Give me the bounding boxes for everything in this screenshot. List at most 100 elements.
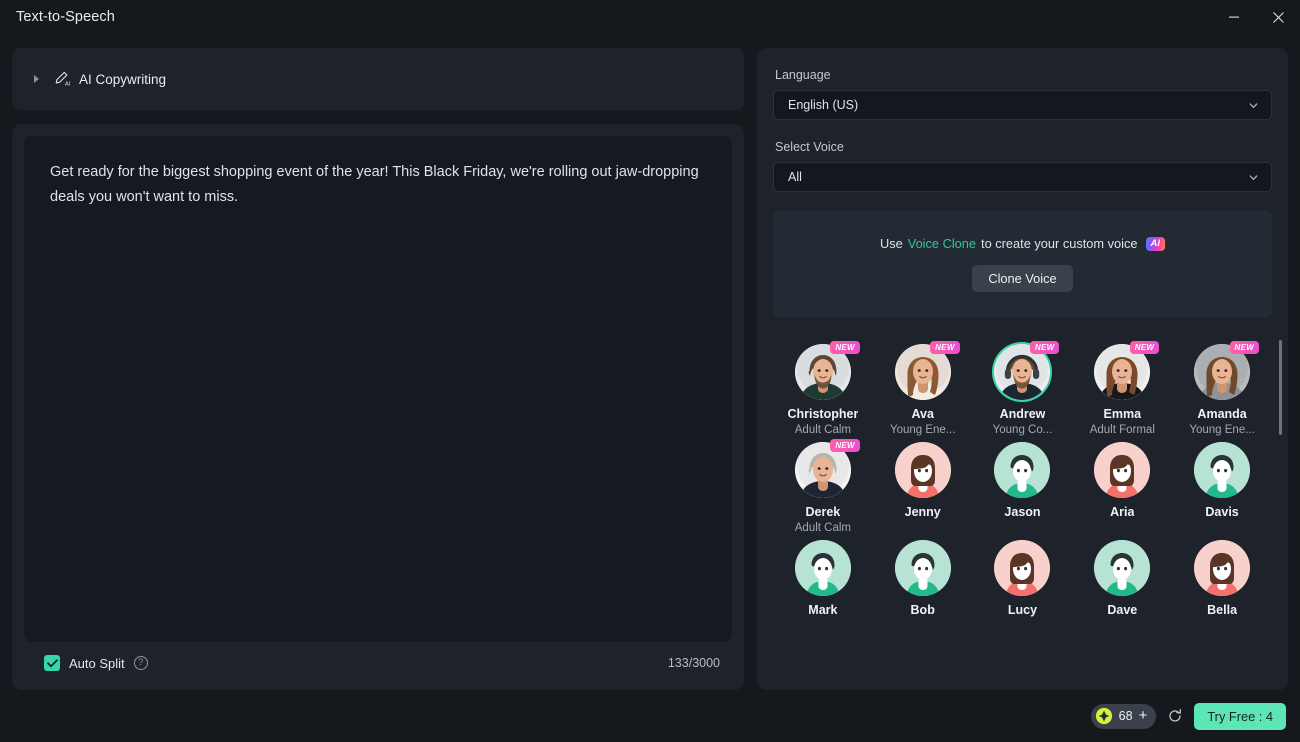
voice-name: Jason <box>1004 505 1041 519</box>
window-controls <box>1212 0 1300 34</box>
avatar[interactable] <box>1194 442 1251 498</box>
clone-text-prefix: Use <box>879 236 903 251</box>
voice-item[interactable]: NEW Amanda Young Ene... <box>1172 340 1272 436</box>
voice-clone-text: Use Voice Clone to create your custom vo… <box>879 236 1166 251</box>
auto-split-checkbox[interactable] <box>44 655 60 671</box>
avatar-wrapper: NEW <box>794 439 860 498</box>
ai-copywriting-row[interactable]: AI AI Copywriting <box>12 48 744 110</box>
voice-name: Christopher <box>787 407 859 421</box>
voice-select[interactable]: All <box>773 162 1272 192</box>
close-button[interactable] <box>1256 0 1300 34</box>
title-bar: Text-to-Speech <box>0 0 1300 34</box>
voice-description: Young Ene... <box>1189 424 1255 436</box>
voice-item[interactable]: NEW Ava Young Ene... <box>873 340 973 436</box>
avatar-wrapper: NEW <box>1194 341 1260 400</box>
voice-item[interactable]: NEW Emma Adult Formal <box>1072 340 1172 436</box>
avatar-wrapper <box>1094 540 1151 596</box>
auto-split-control[interactable]: Auto Split ? <box>44 655 148 671</box>
voice-name: Andrew <box>999 407 1046 421</box>
avatar[interactable] <box>794 540 851 596</box>
window-title: Text-to-Speech <box>16 9 115 25</box>
voice-description: Adult Calm <box>794 424 852 436</box>
voice-name: Emma <box>1103 407 1142 421</box>
voice-description: Adult Calm <box>794 522 852 534</box>
voice-item[interactable]: Jenny <box>873 438 973 534</box>
voice-item[interactable]: NEW Christopher Adult Calm <box>773 340 873 436</box>
caret-right-icon[interactable] <box>34 75 39 83</box>
voice-settings-panel: Language English (US) Select Voice All U… <box>757 48 1288 690</box>
try-free-button[interactable]: Try Free : 4 <box>1194 702 1286 730</box>
voice-name: Dave <box>1107 603 1138 617</box>
avatar[interactable] <box>1094 540 1151 596</box>
voice-name: Amanda <box>1197 407 1247 421</box>
text-input-area[interactable]: Get ready for the biggest shopping event… <box>24 136 732 642</box>
voice-item[interactable]: Davis <box>1172 438 1272 534</box>
new-badge: NEW <box>830 439 860 452</box>
ai-copywriting-label: AI Copywriting <box>79 71 167 87</box>
refresh-icon[interactable] <box>1167 708 1183 724</box>
bottom-bar: 68 + Try Free : 4 <box>0 690 1300 742</box>
voice-item[interactable]: NEW Andrew Young Co... <box>973 340 1073 436</box>
voice-name: Jenny <box>904 505 941 519</box>
avatar[interactable] <box>1094 442 1151 498</box>
add-credits-icon[interactable]: + <box>1139 708 1148 723</box>
text-editor-card: Get ready for the biggest shopping event… <box>12 124 744 690</box>
avatar[interactable] <box>994 540 1051 596</box>
voice-grid: NEW Christopher Adult Calm NEW Ava Young Ene… <box>773 340 1272 617</box>
new-badge: NEW <box>1229 341 1260 354</box>
voice-name: Lucy <box>1007 603 1038 617</box>
avatar-wrapper <box>894 540 951 596</box>
voice-item[interactable]: Dave <box>1072 536 1172 617</box>
voice-name: Mark <box>808 603 838 617</box>
avatar[interactable] <box>894 442 951 498</box>
language-value: English (US) <box>788 98 859 112</box>
voice-item[interactable]: Bella <box>1172 536 1272 617</box>
avatar-wrapper: NEW <box>894 341 960 400</box>
svg-text:AI: AI <box>65 82 71 88</box>
voice-item[interactable]: Jason <box>973 438 1073 534</box>
avatar[interactable] <box>894 540 951 596</box>
voice-description: Young Ene... <box>889 424 956 436</box>
language-label: Language <box>775 68 831 82</box>
close-icon <box>1272 11 1284 23</box>
editor-text[interactable]: Get ready for the biggest shopping event… <box>50 160 706 210</box>
voice-item[interactable]: Aria <box>1072 438 1172 534</box>
clone-voice-button[interactable]: Clone Voice <box>972 265 1073 292</box>
voice-clone-promo: Use Voice Clone to create your custom vo… <box>773 210 1272 318</box>
clone-text-suffix: to create your custom voice <box>981 236 1138 251</box>
avatar-wrapper: NEW <box>794 341 860 400</box>
voice-list-scrollbar[interactable] <box>1279 340 1282 670</box>
avatar-wrapper: NEW <box>1094 341 1160 400</box>
avatar-wrapper <box>794 540 851 596</box>
scrollbar-thumb[interactable] <box>1279 340 1282 435</box>
voice-description: Young Co... <box>992 424 1053 436</box>
voice-name: Ava <box>911 407 934 421</box>
credits-chip[interactable]: 68 + <box>1090 703 1157 729</box>
ai-badge: AI <box>1145 236 1166 251</box>
credit-coin-icon <box>1095 707 1112 725</box>
check-icon <box>46 658 58 667</box>
voice-clone-link[interactable]: Voice Clone <box>908 236 976 251</box>
voice-item[interactable]: Bob <box>873 536 973 617</box>
left-column: AI AI Copywriting Get ready for the bigg… <box>12 48 744 690</box>
avatar-wrapper <box>994 540 1051 596</box>
help-circle-icon[interactable]: ? <box>133 656 148 670</box>
voice-item[interactable]: Lucy <box>973 536 1073 617</box>
chevron-down-icon <box>1249 174 1258 180</box>
credits-count: 68 <box>1118 709 1133 723</box>
avatar-wrapper <box>1094 442 1151 498</box>
avatar[interactable] <box>1194 540 1251 596</box>
chevron-down-icon <box>1249 102 1258 108</box>
select-voice-label: Select Voice <box>775 140 844 154</box>
ai-pen-icon: AI <box>55 71 71 88</box>
voice-item[interactable]: Mark <box>773 536 873 617</box>
avatar-wrapper <box>894 442 951 498</box>
voice-item[interactable]: NEW Derek Adult Calm <box>773 438 873 534</box>
character-counter: 133/3000 <box>667 656 720 670</box>
voice-name: Davis <box>1205 505 1239 519</box>
avatar[interactable] <box>994 442 1051 498</box>
language-select[interactable]: English (US) <box>773 90 1272 120</box>
minimize-button[interactable] <box>1212 0 1256 34</box>
minimize-icon <box>1229 16 1239 18</box>
voice-description: Adult Formal <box>1089 424 1155 436</box>
